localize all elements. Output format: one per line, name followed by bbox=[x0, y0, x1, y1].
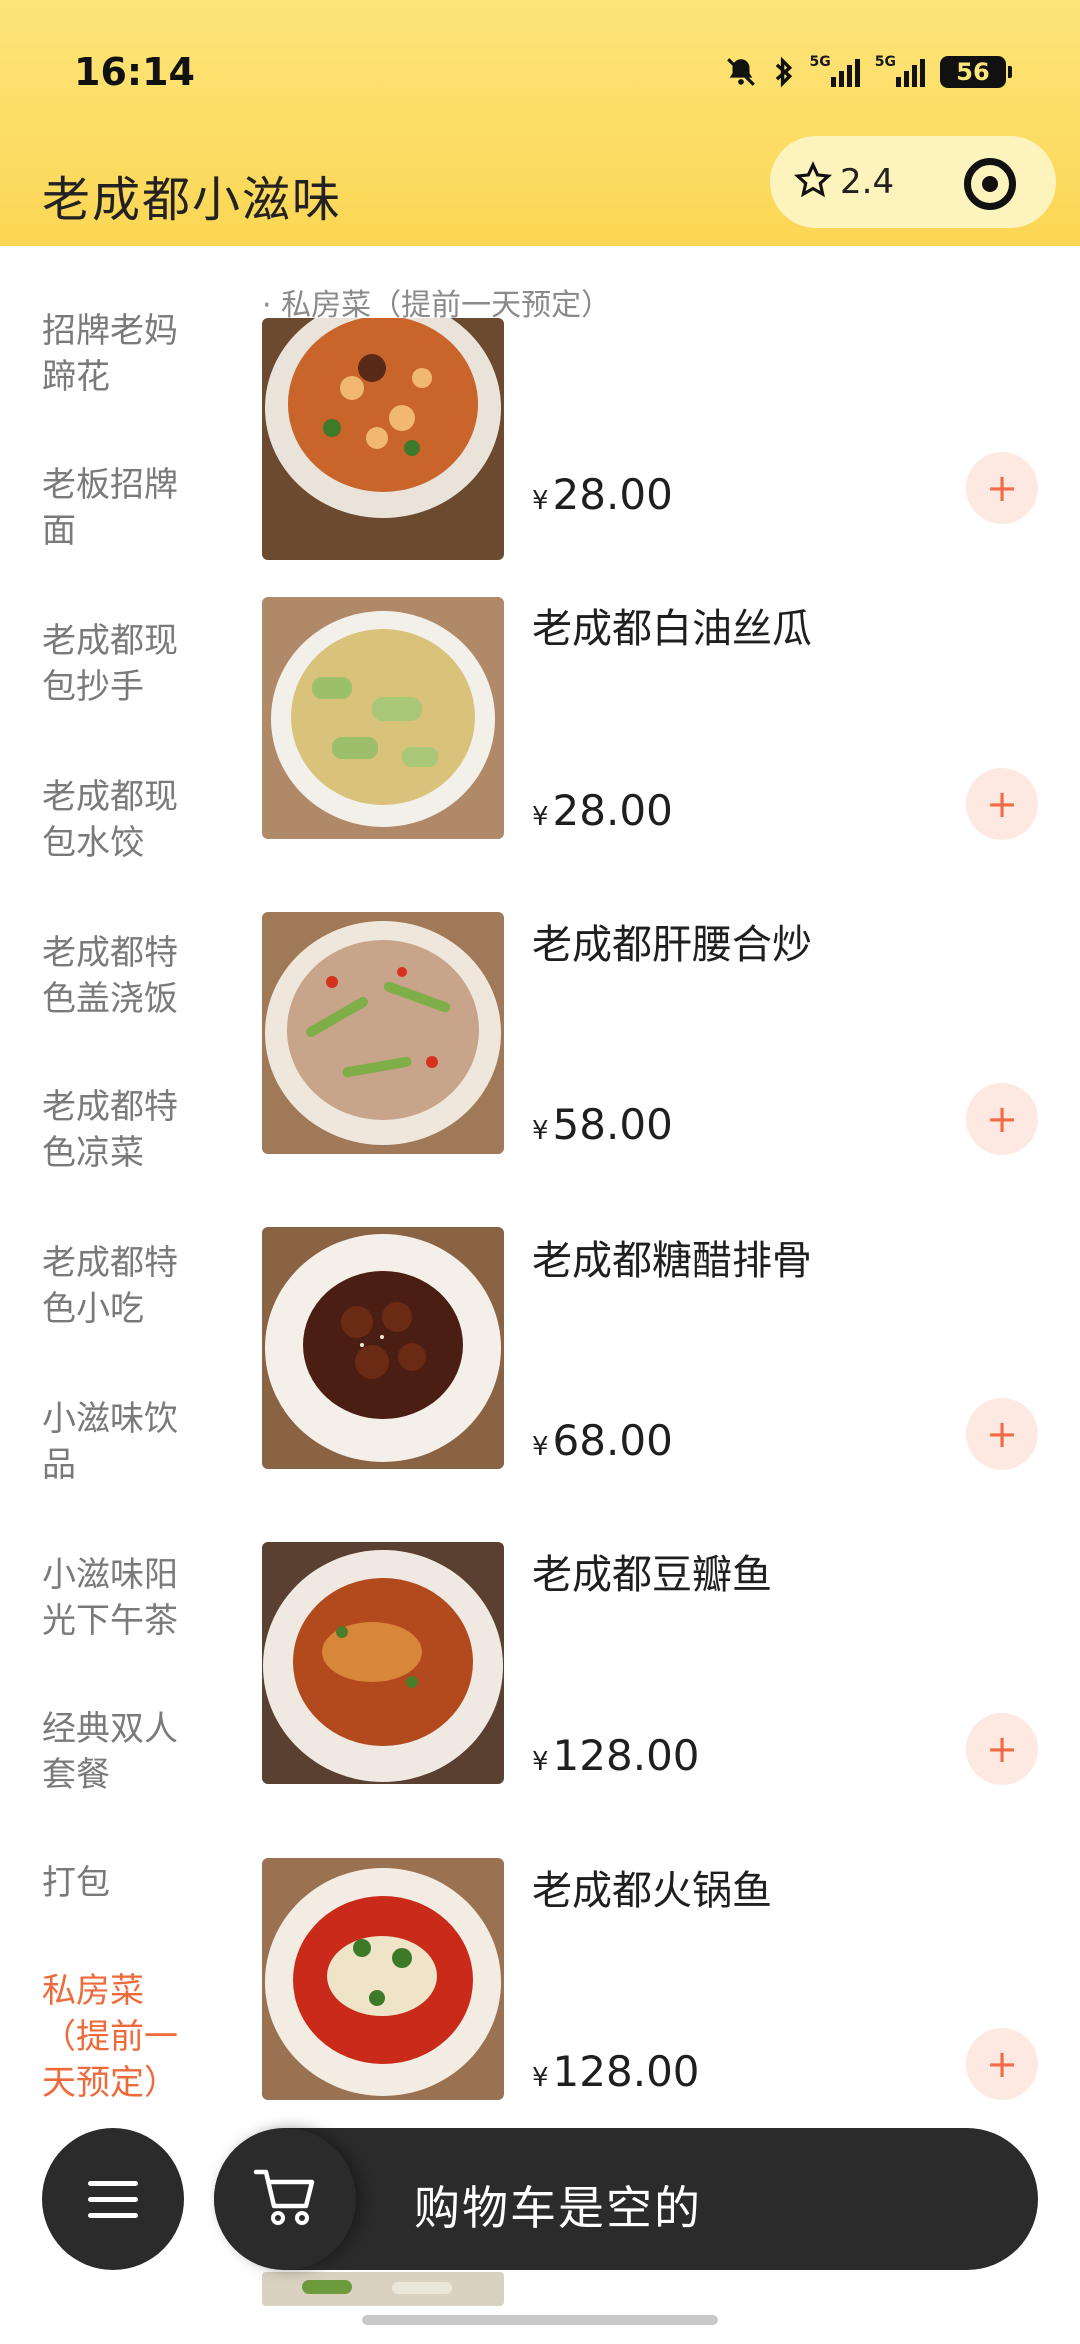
star-icon bbox=[793, 161, 833, 203]
add-to-cart-button[interactable]: + bbox=[966, 452, 1038, 524]
plus-icon: + bbox=[986, 466, 1018, 510]
shop-title: 老成都小滋味 bbox=[42, 172, 343, 228]
dish-name: 老成都白油丝瓜 bbox=[532, 606, 812, 652]
app-header: 16:14 5G 5G 56 老成都小滋味 2.4 bbox=[0, 0, 1080, 246]
close-miniapp-icon[interactable] bbox=[964, 158, 1016, 210]
category-item[interactable]: 小滋味阳 光下午茶 bbox=[42, 1552, 212, 1644]
add-to-cart-button[interactable]: + bbox=[966, 1398, 1038, 1470]
menu-button[interactable] bbox=[42, 2128, 184, 2270]
mute-bell-icon bbox=[724, 55, 758, 89]
cart-empty-text: 购物车是空的 bbox=[414, 2181, 702, 2235]
home-indicator[interactable] bbox=[362, 2315, 718, 2325]
battery-icon: 56 bbox=[940, 56, 1012, 88]
dish-price: ¥128.00 bbox=[532, 2047, 700, 2096]
category-item[interactable]: 老成都特 色凉菜 bbox=[42, 1084, 212, 1176]
category-item[interactable]: 小滋味饮 品 bbox=[42, 1396, 212, 1488]
dish-image[interactable] bbox=[262, 912, 504, 1154]
dish-name: 老成都糖醋排骨 bbox=[532, 1238, 812, 1284]
category-item-active[interactable]: 私房菜 （提前一 天预定） bbox=[42, 1968, 212, 2106]
plus-icon: + bbox=[986, 1097, 1018, 1141]
dish-price: ¥58.00 bbox=[532, 1100, 673, 1149]
cart-icon bbox=[252, 2166, 318, 2232]
signal-5g-icon: 5G bbox=[810, 54, 861, 87]
add-to-cart-button[interactable]: + bbox=[966, 2028, 1038, 2100]
category-item[interactable]: 老成都现 包抄手 bbox=[42, 618, 212, 710]
cart-button[interactable] bbox=[214, 2128, 356, 2270]
dish-price: ¥28.00 bbox=[532, 470, 673, 519]
dish-name: 老成都肝腰合炒 bbox=[532, 922, 812, 968]
plus-icon: + bbox=[986, 782, 1018, 826]
dish-image[interactable] bbox=[262, 1858, 504, 2100]
category-item[interactable]: 老成都现 包水饺 bbox=[42, 774, 212, 866]
plus-icon: + bbox=[986, 1412, 1018, 1456]
add-to-cart-button[interactable]: + bbox=[966, 1713, 1038, 1785]
category-sidebar: 招牌老妈 蹄花 老板招牌 面 老成都现 包抄手 老成都现 包水饺 老成都特 色盖… bbox=[0, 246, 240, 2126]
category-item[interactable]: 老成都特 色小吃 bbox=[42, 1240, 212, 1332]
capsule-menu: 2.4 bbox=[770, 136, 1056, 228]
dish-price: ¥28.00 bbox=[532, 786, 673, 835]
dish-image[interactable] bbox=[262, 2272, 504, 2306]
dish-name: 老成都火锅鱼 bbox=[532, 1868, 772, 1914]
hamburger-icon bbox=[88, 2180, 138, 2186]
category-item[interactable]: 老成都特 色盖浇饭 bbox=[42, 930, 212, 1022]
category-item[interactable]: 经典双人 套餐 bbox=[42, 1706, 212, 1798]
status-time: 16:14 bbox=[74, 50, 195, 94]
plus-icon: + bbox=[986, 1727, 1018, 1771]
category-item[interactable]: 招牌老妈 蹄花 bbox=[42, 308, 212, 400]
dish-image[interactable] bbox=[262, 1227, 504, 1469]
add-to-cart-button[interactable]: + bbox=[966, 768, 1038, 840]
cart-bar[interactable]: 购物车是空的 bbox=[214, 2128, 1038, 2270]
dish-price: ¥68.00 bbox=[532, 1416, 673, 1465]
dish-image[interactable] bbox=[262, 1542, 504, 1784]
dish-name: 老成都豆瓣鱼 bbox=[532, 1552, 772, 1598]
category-item[interactable]: 老板招牌 面 bbox=[42, 462, 212, 554]
category-item[interactable]: 打包 bbox=[42, 1860, 212, 1906]
rating-value: 2.4 bbox=[840, 162, 895, 202]
dish-image[interactable] bbox=[262, 597, 504, 839]
dish-price: ¥128.00 bbox=[532, 1731, 700, 1780]
add-to-cart-button[interactable]: + bbox=[966, 1083, 1038, 1155]
plus-icon: + bbox=[986, 2042, 1018, 2086]
status-bar: 16:14 5G 5G 56 bbox=[0, 0, 1080, 130]
rating-button[interactable]: 2.4 bbox=[770, 161, 910, 203]
signal-5g-icon-2: 5G bbox=[875, 54, 926, 87]
dish-image[interactable] bbox=[262, 318, 504, 560]
status-icons: 5G 5G 56 bbox=[724, 52, 1012, 92]
bluetooth-icon bbox=[772, 55, 796, 89]
